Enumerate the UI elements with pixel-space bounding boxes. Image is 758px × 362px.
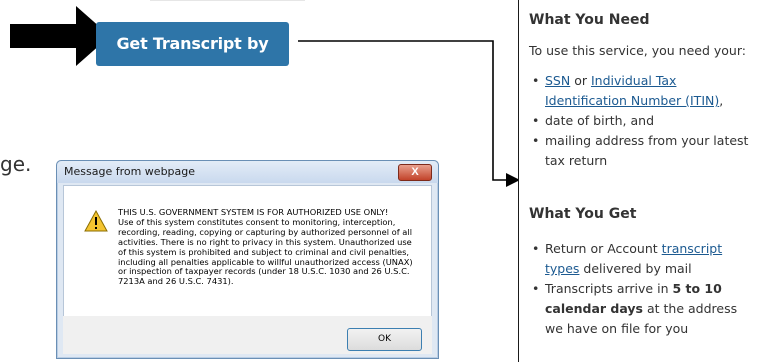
dialog-title: Message from webpage: [64, 165, 196, 178]
need-intro: To use this service, you need your:: [529, 43, 746, 58]
warning-icon: [84, 210, 108, 232]
address-text: mailing address from your latest tax ret…: [545, 133, 749, 168]
get-list: • Return or Account transcript types del…: [529, 239, 757, 339]
or-text: or: [570, 73, 591, 88]
comma-text: ,: [719, 93, 724, 108]
return-text: Return or Account: [545, 241, 662, 256]
what-you-need-heading: What You Need: [529, 12, 650, 28]
ssn-link[interactable]: SSN: [545, 73, 570, 88]
list-item: • Return or Account transcript types del…: [532, 241, 723, 276]
info-panel: What You Need To use this service, you n…: [518, 0, 758, 362]
arrive-text: Transcripts arrive in: [545, 281, 673, 296]
dob-text: date of birth, and: [545, 113, 655, 128]
get-transcript-by-mail-button[interactable]: Get Transcript by Mail: [96, 22, 289, 97]
dialog-footer: OK: [63, 316, 432, 354]
dialog-titlebar: Message from webpage X: [57, 161, 438, 183]
divider-line: [150, 0, 305, 1]
list-item: • Transcripts arrive in 5 to 10 calendar…: [532, 281, 738, 336]
what-you-get-heading: What You Get: [529, 206, 637, 222]
close-icon[interactable]: X: [398, 164, 432, 181]
dialog-message: THIS U.S. GOVERNMENT SYSTEM IS FOR AUTHO…: [118, 207, 413, 287]
list-item: • mailing address from your latest tax r…: [532, 133, 749, 168]
delivered-text: delivered by mail: [579, 261, 692, 276]
arrow-right-icon: [10, 6, 110, 66]
list-item: • date of birth, and: [532, 113, 655, 128]
list-item: • SSN or Individual Tax Identification N…: [532, 73, 724, 108]
message-dialog: Message from webpage X THIS U.S. GOVERNM…: [56, 160, 439, 359]
need-list: • SSN or Individual Tax Identification N…: [529, 71, 757, 171]
dialog-body: THIS U.S. GOVERNMENT SYSTEM IS FOR AUTHO…: [63, 185, 432, 317]
ok-button[interactable]: OK: [347, 328, 422, 351]
partial-page-text: ge.: [0, 152, 32, 176]
